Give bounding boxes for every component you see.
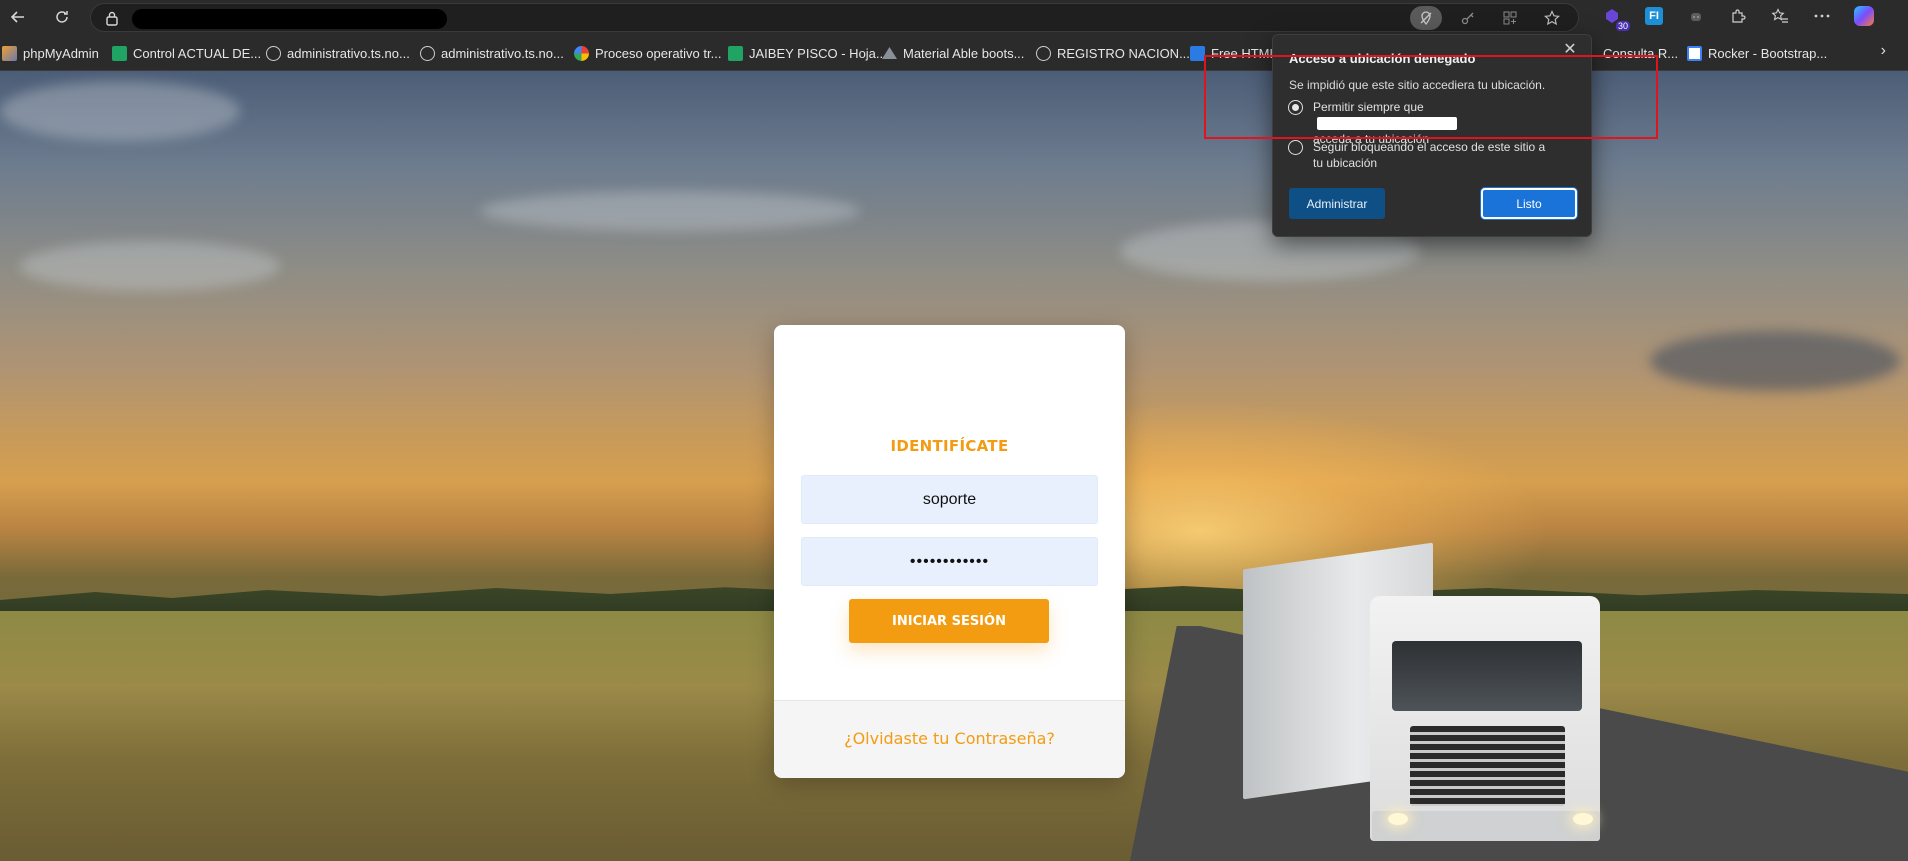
chevron-right-icon[interactable]: › bbox=[1881, 42, 1886, 60]
headlight-right bbox=[1573, 813, 1593, 825]
bookmark-label: Free HTML bbox=[1211, 45, 1277, 61]
bookmark-label: Proceso operativo tr... bbox=[595, 45, 722, 61]
radio-selected-dot bbox=[1292, 104, 1299, 111]
reload-icon bbox=[56, 11, 68, 23]
globe-icon bbox=[1036, 45, 1051, 61]
popup-description: Se impidió que este sitio accediera tu u… bbox=[1289, 78, 1546, 92]
address-bar-icons bbox=[1410, 6, 1568, 30]
bookmark-label: Rocker - Bootstrap... bbox=[1708, 45, 1828, 61]
browser-toolbar: 30 FI bbox=[0, 0, 1908, 34]
location-blocked-icon[interactable] bbox=[1410, 6, 1442, 30]
username-input[interactable] bbox=[801, 475, 1098, 524]
bookmark-item[interactable]: Consulta R... bbox=[1603, 43, 1678, 63]
login-button[interactable]: INICIAR SESIÓN bbox=[849, 599, 1049, 643]
manage-button[interactable]: Administrar bbox=[1289, 188, 1385, 219]
radio-button-block[interactable] bbox=[1288, 140, 1303, 155]
password-input[interactable] bbox=[801, 537, 1098, 586]
truck-grille bbox=[1410, 726, 1565, 806]
extensions-puzzle-icon[interactable] bbox=[1726, 4, 1750, 28]
robot-extension-icon[interactable] bbox=[1684, 4, 1708, 28]
globe-icon bbox=[420, 45, 435, 61]
phpmyadmin-icon bbox=[2, 45, 17, 61]
favorite-star-icon[interactable] bbox=[1536, 6, 1568, 30]
cloud bbox=[20, 241, 280, 291]
bookmarks-bar: phpMyAdmin Control ACTUAL DE... administ… bbox=[0, 34, 1908, 71]
fi-label: FI bbox=[1645, 7, 1663, 25]
reload-button[interactable] bbox=[47, 2, 77, 32]
bookmark-label: phpMyAdmin bbox=[23, 45, 99, 61]
radio-option-block[interactable]: Seguir bloqueando el acceso de este siti… bbox=[1288, 139, 1558, 171]
bookmark-item[interactable]: Rocker - Bootstrap... bbox=[1687, 43, 1827, 63]
bookmark-item[interactable]: administrativo.ts.no... bbox=[266, 43, 410, 63]
cloud bbox=[480, 191, 860, 231]
bookmark-label: JAIBEY PISCO - Hoja... bbox=[749, 45, 887, 61]
bookmark-item[interactable]: phpMyAdmin bbox=[2, 43, 99, 63]
favorites-list-icon[interactable] bbox=[1768, 4, 1792, 28]
sheets-icon bbox=[728, 45, 743, 61]
login-card: IDENTIFÍCATE INICIAR SESIÓN ¿Olvidaste t… bbox=[774, 325, 1125, 778]
login-footer: ¿Olvidaste tu Contraseña? bbox=[774, 700, 1125, 778]
bookmark-item[interactable]: Control ACTUAL DE... bbox=[112, 43, 261, 63]
bookmark-label: administrativo.ts.no... bbox=[287, 45, 410, 61]
url-redacted bbox=[132, 9, 447, 29]
extension-icons: 30 FI bbox=[1600, 4, 1876, 31]
back-button[interactable] bbox=[3, 2, 33, 32]
bookmark-item[interactable]: Material Able boots... bbox=[882, 43, 1024, 63]
bookmark-item[interactable]: administrativo.ts.no... bbox=[420, 43, 564, 63]
able-icon bbox=[882, 47, 897, 59]
popup-title: Acceso a ubicación denegado bbox=[1289, 51, 1476, 66]
address-bar[interactable] bbox=[90, 3, 1579, 32]
cloud bbox=[1650, 331, 1900, 391]
bookmark-label: Control ACTUAL DE... bbox=[133, 45, 262, 61]
globe-icon bbox=[266, 45, 281, 61]
copilot-icon[interactable] bbox=[1852, 4, 1876, 28]
sheets-icon bbox=[112, 45, 127, 61]
more-menu-icon[interactable] bbox=[1810, 4, 1834, 28]
truck-windshield bbox=[1392, 641, 1582, 711]
close-icon[interactable]: ✕ bbox=[1559, 39, 1581, 61]
fi-extension-icon[interactable]: FI bbox=[1642, 4, 1666, 28]
key-icon[interactable] bbox=[1452, 6, 1484, 30]
google-icon bbox=[574, 45, 589, 61]
back-arrow-icon bbox=[10, 11, 24, 23]
forgot-password-link[interactable]: ¿Olvidaste tu Contraseña? bbox=[774, 729, 1125, 748]
bookmark-item[interactable]: Free HTML bbox=[1190, 43, 1277, 63]
extension-badge-count: 30 bbox=[1615, 21, 1630, 31]
bookmark-label: Consulta R... bbox=[1603, 45, 1679, 61]
done-button[interactable]: Listo bbox=[1481, 188, 1577, 219]
bookmark-label: administrativo.ts.no... bbox=[441, 45, 564, 61]
bookmark-label: REGISTRO NACION... bbox=[1057, 45, 1190, 61]
rocker-icon bbox=[1687, 45, 1702, 61]
lock-icon[interactable] bbox=[105, 10, 119, 26]
bookmark-label: Material Able boots... bbox=[903, 45, 1025, 61]
allow-prefix: Permitir siempre que bbox=[1313, 100, 1424, 114]
location-permission-popup: Acceso a ubicación denegado ✕ Se impidió… bbox=[1272, 34, 1592, 237]
html-icon bbox=[1190, 45, 1205, 61]
radio-button-allow[interactable] bbox=[1288, 100, 1303, 115]
app-install-icon[interactable] bbox=[1494, 6, 1526, 30]
radio-label-block: Seguir bloqueando el acceso de este siti… bbox=[1313, 140, 1546, 170]
bookmark-item[interactable]: Proceso operativo tr... bbox=[574, 43, 721, 63]
cloud bbox=[0, 81, 240, 141]
site-name-redacted bbox=[1317, 117, 1457, 131]
login-title: IDENTIFÍCATE bbox=[890, 437, 1009, 455]
extension-badge-icon[interactable]: 30 bbox=[1600, 4, 1630, 31]
bookmark-item[interactable]: JAIBEY PISCO - Hoja... bbox=[728, 43, 887, 63]
headlight-left bbox=[1388, 813, 1408, 825]
bookmark-item[interactable]: REGISTRO NACION... bbox=[1036, 43, 1190, 63]
